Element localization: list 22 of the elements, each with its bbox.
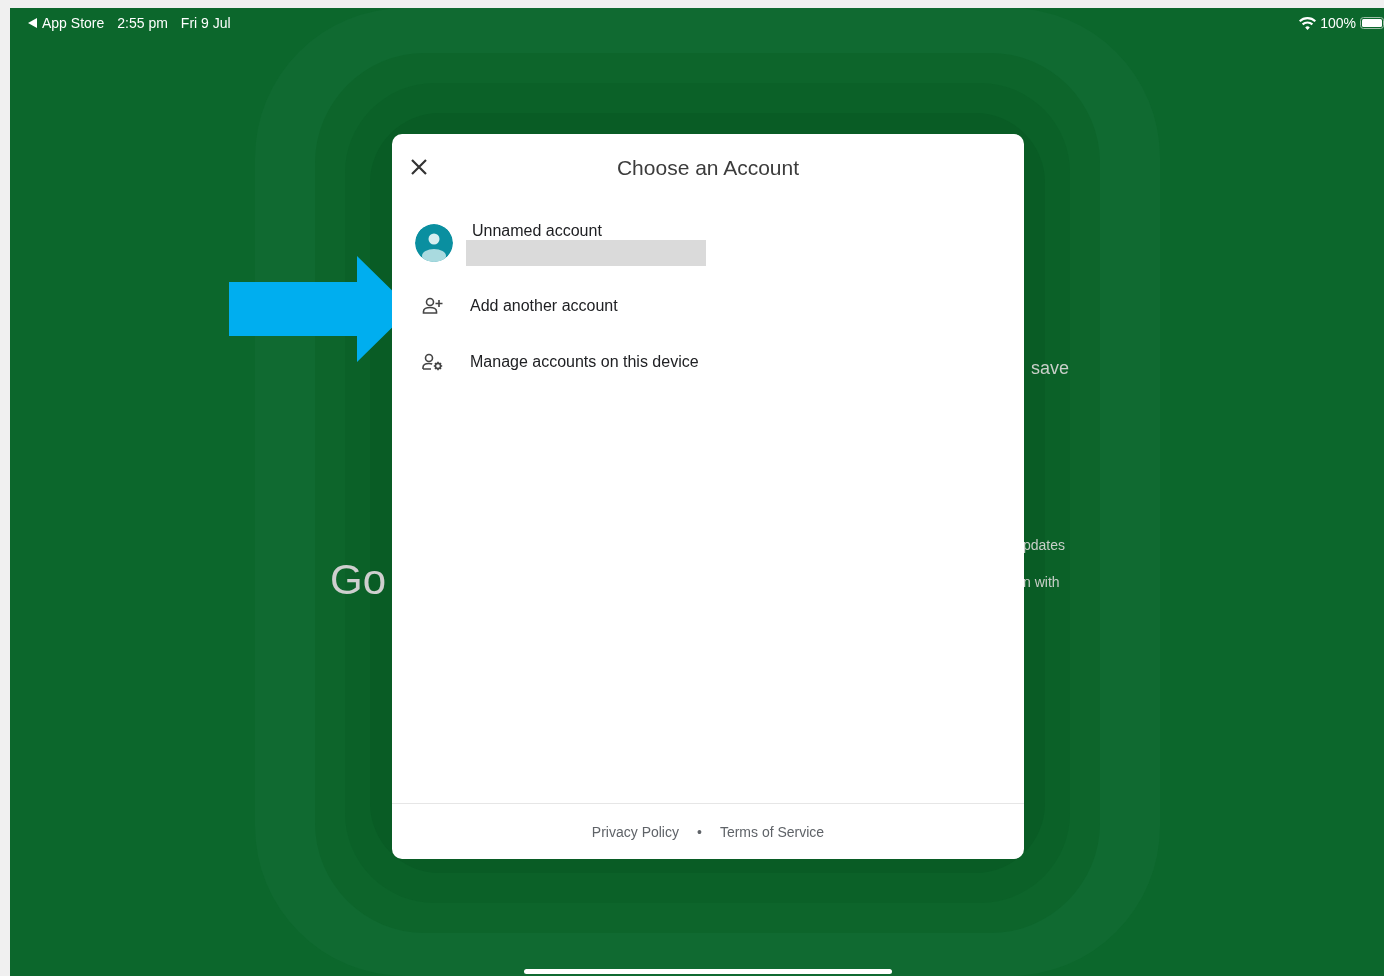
battery-icon bbox=[1360, 17, 1384, 29]
account-action[interactable]: Add another account bbox=[392, 278, 1024, 334]
background-text: save bbox=[1031, 358, 1070, 379]
battery-percent: 100% bbox=[1320, 15, 1356, 31]
status-date: Fri 9 Jul bbox=[180, 15, 231, 31]
footer-link[interactable]: Privacy Policy bbox=[591, 823, 679, 840]
background-text: n with bbox=[1023, 574, 1060, 590]
wifi-icon bbox=[1299, 16, 1317, 30]
close-icon bbox=[410, 158, 428, 176]
status-time: 2:55 pm bbox=[117, 15, 168, 31]
back-label[interactable]: App Store bbox=[42, 15, 105, 31]
person-gear-icon bbox=[422, 353, 444, 371]
account-action[interactable]: Manage accounts on this device bbox=[392, 334, 1024, 390]
add-person-icon bbox=[422, 297, 444, 315]
account-name[interactable]: Unnamed account bbox=[472, 222, 706, 240]
separator-dot: • bbox=[697, 823, 702, 840]
avatar-icon[interactable] bbox=[415, 224, 453, 262]
background-text: Go bbox=[330, 556, 387, 604]
dialog-title: Choose an Account bbox=[616, 156, 800, 179]
back-arrow-icon[interactable] bbox=[28, 18, 37, 28]
background-text: pdates bbox=[1023, 537, 1066, 553]
footer-link[interactable]: Terms of Service bbox=[719, 823, 825, 840]
